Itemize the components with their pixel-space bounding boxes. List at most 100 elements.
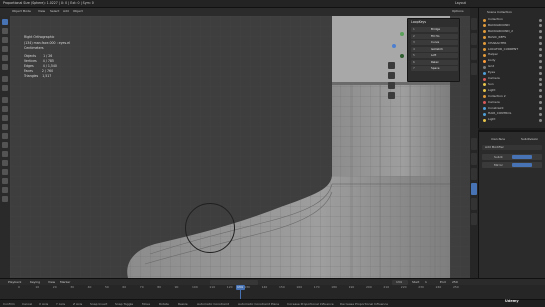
header-item-select[interactable]: Select bbox=[50, 10, 59, 13]
eye-icon[interactable] bbox=[539, 18, 542, 22]
menu-marker[interactable]: Marker bbox=[60, 281, 70, 284]
eye-icon[interactable] bbox=[539, 118, 542, 122]
outliner-item[interactable]: Collection bbox=[481, 18, 543, 22]
spin-tool-icon[interactable] bbox=[2, 151, 8, 157]
timeline[interactable]: 0 10 20 30 40 50 60 70 80 90 100 110 120 130 140 150 160… bbox=[0, 285, 545, 299]
loopkey-loft-button[interactable]: 5 Loft bbox=[411, 53, 458, 58]
extrude-tool-icon[interactable] bbox=[2, 97, 8, 103]
transform-tool-icon[interactable] bbox=[2, 64, 8, 70]
modifier-toggles[interactable] bbox=[512, 155, 532, 159]
outliner-item[interactable]: Constraint bbox=[481, 106, 543, 111]
outliner-item[interactable]: BACKGROUND_2 bbox=[481, 29, 543, 34]
eye-icon[interactable] bbox=[539, 107, 542, 110]
outliner-item[interactable]: Camera bbox=[481, 77, 543, 81]
cursor-tool-icon[interactable] bbox=[2, 28, 8, 34]
select-tool-icon[interactable] bbox=[2, 19, 8, 25]
tab-edit[interactable] bbox=[471, 63, 477, 75]
tab-data[interactable] bbox=[471, 198, 477, 210]
scale-tool-icon[interactable] bbox=[2, 55, 8, 61]
tab-view[interactable] bbox=[471, 48, 477, 60]
outliner-item[interactable]: body bbox=[481, 59, 543, 63]
eye-icon[interactable] bbox=[539, 24, 542, 28]
measure-tool-icon[interactable] bbox=[2, 85, 8, 91]
eye-icon[interactable] bbox=[539, 71, 542, 75]
add-modifier-button[interactable]: Add Modifier bbox=[482, 145, 542, 150]
menu-keying[interactable]: Keying bbox=[30, 281, 40, 284]
loopkey-gstretch-button[interactable]: 4 Gstretch bbox=[411, 46, 458, 52]
outliner-item[interactable]: BACKGROUND bbox=[481, 23, 543, 28]
outliner-item[interactable]: Light bbox=[481, 88, 543, 93]
outliner-item[interactable]: CHARACTER bbox=[481, 41, 543, 46]
shrink-fatten-tool-icon[interactable] bbox=[2, 178, 8, 184]
tab-tool[interactable] bbox=[471, 33, 477, 45]
z-axis-icon[interactable] bbox=[392, 44, 396, 48]
eye-icon[interactable] bbox=[539, 101, 542, 105]
outliner-item[interactable]: Sun bbox=[481, 82, 543, 87]
outliner-item[interactable]: Helper bbox=[481, 53, 543, 57]
neg-y-axis-icon[interactable] bbox=[400, 54, 404, 58]
loopkey-fill-button[interactable]: 2 Fill Ho bbox=[411, 33, 458, 39]
loop-cut-tool-icon[interactable] bbox=[2, 124, 8, 130]
eye-icon[interactable] bbox=[539, 36, 542, 40]
tab-item[interactable] bbox=[471, 18, 477, 30]
3d-viewport[interactable]: Right Orthographic (134) man.face.000 : … bbox=[10, 16, 470, 278]
rotate-tool-icon[interactable] bbox=[2, 46, 8, 52]
outliner-item[interactable]: Light bbox=[481, 118, 543, 122]
eye-icon[interactable] bbox=[539, 30, 542, 34]
loopkey-space-button[interactable]: 7 Space bbox=[411, 66, 458, 71]
rip-tool-icon[interactable] bbox=[2, 196, 8, 202]
eye-icon[interactable] bbox=[539, 42, 542, 46]
smooth-tool-icon[interactable] bbox=[2, 160, 8, 166]
y-axis-icon[interactable] bbox=[400, 32, 404, 36]
tab-material[interactable] bbox=[471, 213, 477, 225]
eye-icon[interactable] bbox=[539, 83, 542, 87]
move-tool-icon[interactable] bbox=[2, 37, 8, 43]
eye-icon[interactable] bbox=[539, 65, 542, 69]
header-item-add[interactable]: Add bbox=[63, 10, 69, 13]
annotate-tool-icon[interactable] bbox=[2, 76, 8, 82]
eye-icon[interactable] bbox=[539, 48, 542, 51]
loopkey-bridge-button[interactable]: 1 Bridge bbox=[411, 27, 458, 32]
header-item-mode[interactable]: Object Mode bbox=[12, 10, 31, 13]
edge-slide-tool-icon[interactable] bbox=[2, 169, 8, 175]
header-item-object[interactable]: Object bbox=[73, 10, 83, 13]
modifier-mirror[interactable]: Mirror bbox=[482, 162, 542, 168]
outliner-item[interactable]: LOCATOR_CURRENT bbox=[481, 47, 543, 52]
eye-icon[interactable] bbox=[539, 89, 542, 93]
eye-icon[interactable] bbox=[539, 112, 542, 116]
pan-icon[interactable] bbox=[388, 72, 395, 79]
outliner-item[interactable]: Eyes bbox=[481, 71, 543, 75]
shear-tool-icon[interactable] bbox=[2, 187, 8, 193]
tab-output[interactable] bbox=[471, 153, 477, 165]
loopkey-relax-button[interactable]: 6 Relax bbox=[411, 59, 458, 65]
poly-build-tool-icon[interactable] bbox=[2, 142, 8, 148]
tab-object[interactable] bbox=[471, 168, 477, 180]
header-item-view[interactable]: View bbox=[38, 10, 45, 13]
menu-playback[interactable]: Playback bbox=[8, 281, 21, 284]
outliner-item[interactable]: BASIC_REFS bbox=[481, 35, 543, 40]
bevel-tool-icon[interactable] bbox=[2, 115, 8, 121]
modifier-toggles[interactable] bbox=[512, 163, 532, 167]
perspective-toggle-icon[interactable] bbox=[388, 92, 395, 99]
options-button[interactable]: Options bbox=[452, 10, 464, 13]
end-value[interactable]: 250 bbox=[452, 281, 458, 284]
zoom-icon[interactable] bbox=[388, 62, 395, 69]
outliner-item[interactable]: Camera bbox=[481, 100, 543, 105]
modifier-subdivision[interactable]: Subdi bbox=[482, 154, 542, 160]
loopkey-curve-button[interactable]: 3 Curve bbox=[411, 40, 458, 45]
tab-render[interactable] bbox=[471, 138, 477, 150]
menu-view[interactable]: View bbox=[48, 281, 55, 284]
outliner-item[interactable]: HAIR_CONTROL bbox=[481, 112, 543, 116]
camera-view-icon[interactable] bbox=[388, 82, 395, 89]
tab-modifiers[interactable] bbox=[471, 183, 477, 195]
eye-icon[interactable] bbox=[539, 53, 542, 57]
eye-icon[interactable] bbox=[539, 77, 542, 81]
outliner-item[interactable]: Grid bbox=[481, 65, 543, 69]
eye-icon[interactable] bbox=[539, 59, 542, 63]
mode-tab[interactable]: Layout bbox=[455, 1, 466, 5]
start-value[interactable]: 1 bbox=[425, 281, 427, 284]
knife-tool-icon[interactable] bbox=[2, 133, 8, 139]
eye-icon[interactable] bbox=[539, 95, 542, 99]
outliner-item[interactable]: Collection 2 bbox=[481, 94, 543, 99]
inset-tool-icon[interactable] bbox=[2, 106, 8, 112]
